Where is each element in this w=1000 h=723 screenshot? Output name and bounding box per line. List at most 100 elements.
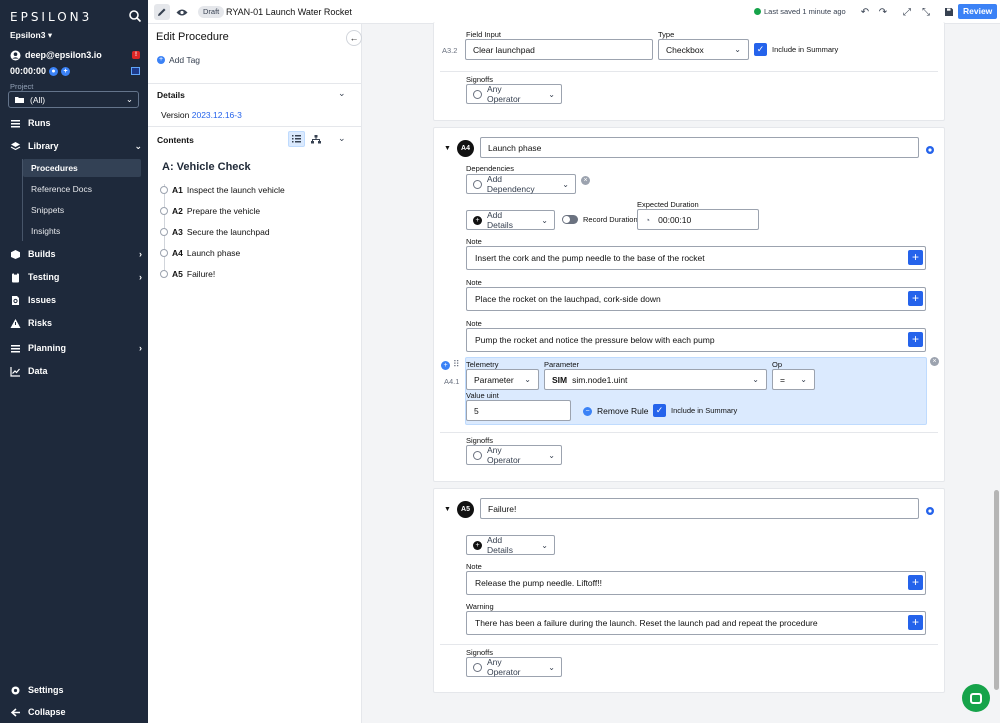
note-label: Note [466, 237, 482, 246]
warning-input[interactable]: There has been a failure during the laun… [466, 611, 926, 635]
save-icon[interactable] [942, 5, 956, 19]
collapse-icon[interactable]: ⤡ [919, 5, 933, 19]
version-value[interactable]: 2023.12.16-3 [192, 110, 242, 120]
include-summary-checkbox[interactable]: ✓ Include in Summary [653, 404, 737, 417]
gear-icon[interactable] [925, 506, 935, 516]
project-select[interactable]: (All) ⌄ [8, 91, 139, 108]
timer-value: 00:00:00 [10, 66, 47, 76]
calendar-icon[interactable] [131, 67, 140, 75]
plus-circle-icon[interactable]: + [441, 361, 450, 370]
timer-start-icon[interactable]: ● [49, 66, 59, 76]
collapse-panel-icon[interactable]: ← [346, 30, 362, 46]
drag-handle-icon[interactable]: ⠿ [453, 359, 460, 370]
review-button[interactable]: Review [958, 4, 998, 19]
caret-down-icon[interactable]: ▼ [444, 145, 451, 152]
scrollbar[interactable] [994, 490, 999, 690]
signoff-select[interactable]: Any Operator ⌄ [466, 657, 562, 677]
nav-procedures[interactable]: Procedures [23, 159, 141, 177]
parameter-select[interactable]: SIM sim.node1.uint ⌄ [544, 369, 767, 390]
signoff-select[interactable]: Any Operator ⌄ [466, 84, 562, 104]
contents-header[interactable]: Contents [157, 135, 194, 145]
nav-library[interactable]: Library ⌄ [10, 138, 142, 154]
gear-icon[interactable] [925, 145, 935, 155]
note-input[interactable]: Release the pump needle. Liftoff!! [466, 571, 926, 595]
nav-planning[interactable]: Planning › [10, 340, 142, 356]
workspace-selector[interactable]: Epsilon3 ▾ [10, 30, 52, 41]
type-select[interactable]: Checkbox ⌄ [658, 39, 749, 60]
note-input[interactable]: Insert the cork and the pump needle to t… [466, 246, 926, 270]
toc-step-name: Secure the launchpad [186, 227, 270, 237]
expand-icon[interactable]: ⤢ [900, 5, 914, 19]
details-header[interactable]: Details [157, 90, 185, 100]
list-view-icon[interactable] [288, 131, 305, 147]
toc-step[interactable]: A5 Failure! [160, 269, 215, 279]
toc-step[interactable]: A2 Prepare the vehicle [160, 206, 260, 216]
chevron-down-icon: ⌄ [548, 89, 555, 99]
chevron-down-icon[interactable]: ⌄ [338, 88, 346, 99]
substep-number: A3.2 [442, 46, 458, 55]
value-input[interactable]: 5 [466, 400, 571, 421]
section-title[interactable]: A: Vehicle Check [162, 161, 251, 173]
note-input[interactable]: Place the rocket on the lauchpad, cork-s… [466, 287, 926, 311]
type-value: Checkbox [666, 44, 704, 55]
add-dependency-select[interactable]: Add Dependency ⌄ [466, 174, 576, 194]
chevron-down-icon[interactable]: ⌄ [338, 133, 346, 144]
nav-insights[interactable]: Insights [23, 222, 141, 240]
signoff-select[interactable]: Any Operator ⌄ [466, 445, 562, 465]
toc-step[interactable]: A1 Inspect the launch vehicle [160, 185, 285, 195]
add-content-button[interactable]: + [908, 291, 923, 306]
field-input[interactable]: Clear launchpad [465, 39, 653, 60]
expected-duration-input[interactable]: ◔ 00:00:10 [637, 209, 759, 230]
include-summary-checkbox[interactable]: ✓ Include in Summary [754, 43, 838, 56]
close-icon[interactable]: × [930, 357, 939, 366]
tree-view-icon[interactable] [309, 132, 323, 146]
telemetry-type-select[interactable]: Parameter ⌄ [466, 369, 539, 390]
nav-reference-docs[interactable]: Reference Docs [23, 180, 141, 198]
record-duration-toggle[interactable]: Record Duration [562, 215, 638, 224]
step-name-input[interactable]: Failure! [480, 498, 919, 519]
add-content-button[interactable]: + [908, 615, 923, 630]
operator-select[interactable]: = ⌄ [772, 369, 815, 390]
add-details-button[interactable]: + Add Details ⌄ [466, 535, 555, 555]
note-input[interactable]: Pump the rocket and notice the pressure … [466, 328, 926, 352]
add-tag-button[interactable]: + Add Tag [157, 55, 200, 65]
edit-pencil-icon[interactable] [154, 4, 170, 20]
gear-icon [10, 685, 21, 696]
add-content-button[interactable]: + [908, 575, 923, 590]
nav-snippets[interactable]: Snippets [23, 201, 141, 219]
remove-rule-button[interactable]: − Remove Rule [583, 406, 649, 416]
timer-add-icon[interactable]: + [61, 66, 71, 76]
add-content-button[interactable]: + [908, 250, 923, 265]
chevron-down-icon: ⌄ [541, 215, 548, 225]
caret-down-icon[interactable]: ▼ [444, 506, 451, 513]
nav-settings[interactable]: Settings [10, 682, 142, 698]
chat-support-button[interactable] [962, 684, 990, 712]
parameter-prefix: SIM [552, 374, 568, 385]
step-name-input[interactable]: Launch phase [480, 137, 919, 158]
add-content-button[interactable]: + [908, 332, 923, 347]
nav-risks[interactable]: Risks [10, 315, 142, 331]
search-icon[interactable] [128, 9, 142, 23]
preview-eye-icon[interactable] [174, 4, 190, 20]
plus-icon: + [157, 56, 165, 64]
close-icon[interactable]: × [581, 176, 590, 185]
nav-builds[interactable]: Builds › [10, 246, 142, 262]
step-bullet [160, 270, 168, 278]
nav-testing[interactable]: Testing › [10, 269, 142, 285]
parameter-label: Parameter [544, 360, 580, 369]
nav-issues[interactable]: Issues [10, 292, 142, 308]
nav-collapse[interactable]: Collapse [10, 704, 142, 720]
undo-icon[interactable]: ↶ [858, 5, 872, 19]
add-details-button[interactable]: + Add Details ⌄ [466, 210, 555, 230]
toc-step[interactable]: A4 Launch phase [160, 248, 240, 258]
nav-runs[interactable]: Runs [10, 115, 142, 131]
divider [148, 126, 362, 127]
user-account[interactable]: deep@epsilon3.io ! [10, 49, 140, 61]
toc-step[interactable]: A3 Secure the launchpad [160, 227, 270, 237]
nav-data[interactable]: Data [10, 363, 142, 379]
redo-icon[interactable]: ↷ [876, 5, 890, 19]
alert-badge[interactable]: ! [132, 51, 140, 59]
toc-step-name: Failure! [186, 269, 216, 279]
add-dependency-label: Add Dependency [486, 174, 535, 194]
project-value: (All) [30, 94, 46, 105]
